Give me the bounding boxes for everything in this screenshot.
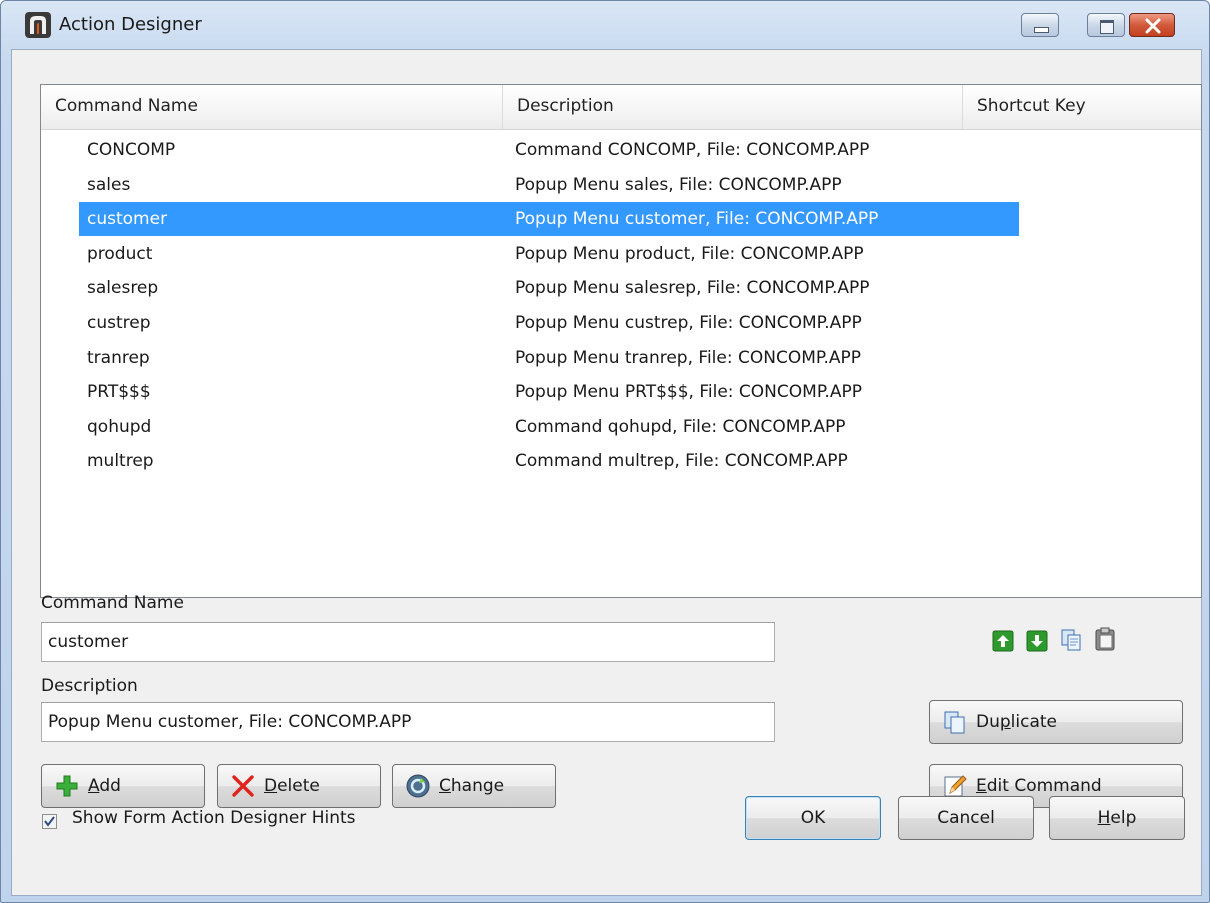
column-header-command-name[interactable]: Command Name xyxy=(41,85,503,129)
help-button-label: Help xyxy=(1097,808,1137,828)
row-command-name: multrep xyxy=(87,451,154,472)
row-command-name: qohupd xyxy=(87,416,152,437)
row-command-name: salesrep xyxy=(87,278,159,299)
cancel-button[interactable]: Cancel xyxy=(898,796,1034,840)
table-row[interactable]: tranrep Popup Menu tranrep, File: CONCOMP… xyxy=(79,341,1019,375)
row-description: Popup Menu customer, File: CONCOMP.APP xyxy=(515,209,879,230)
command-name-label: Command Name xyxy=(41,593,184,613)
edit-command-button-label: Edit Command xyxy=(976,776,1102,796)
row-description: Popup Menu product, File: CONCOMP.APP xyxy=(515,243,864,264)
command-name-field[interactable] xyxy=(41,622,775,662)
cancel-button-label: Cancel xyxy=(937,808,995,828)
hints-checkbox-label[interactable]: Show Form Action Designer Hints xyxy=(72,808,356,828)
row-description: Popup Menu tranrep, File: CONCOMP.APP xyxy=(515,347,862,368)
row-command-name: sales xyxy=(87,174,131,195)
close-icon xyxy=(1145,18,1161,34)
table-row[interactable]: qohupd Command qohupd, File: CONCOMP.APP xyxy=(79,410,1019,444)
minimize-icon xyxy=(1034,27,1049,33)
x-icon xyxy=(232,775,254,797)
copy-icon xyxy=(944,711,965,734)
row-description: Popup Menu PRT$$$, File: CONCOMP.APP xyxy=(515,382,862,403)
checkmark-icon xyxy=(44,816,55,827)
table-row[interactable]: customer Popup Menu customer, File: CONCO… xyxy=(79,202,1019,237)
row-command-name: custrep xyxy=(87,313,151,333)
row-command-name: PRT$$$ xyxy=(87,382,151,403)
action-designer-window: Action Designer Command Name Description… xyxy=(0,0,1210,903)
column-header-shortcut-key[interactable]: Shortcut Key xyxy=(963,85,1201,129)
copy-icon[interactable] xyxy=(1060,628,1082,651)
row-description: Command multrep, File: CONCOMP.APP xyxy=(515,451,848,472)
column-header-description[interactable]: Description xyxy=(503,85,963,129)
table-row[interactable]: sales Popup Menu sales, File: CONCOMP.APP xyxy=(79,168,1019,202)
row-description: Popup Menu salesrep, File: CONCOMP.APP xyxy=(515,278,870,299)
row-description: Popup Menu custrep, File: CONCOMP.APP xyxy=(515,313,862,333)
row-description: Command CONCOMP, File: CONCOMP.APP xyxy=(515,140,870,160)
table-row[interactable]: CONCOMP Command CONCOMP, File: CONCOMP.AP… xyxy=(79,133,1019,167)
duplicate-button-label: Duplicate xyxy=(976,712,1058,732)
plus-icon xyxy=(56,775,78,797)
paste-icon[interactable] xyxy=(1094,626,1116,651)
change-button-label: Change xyxy=(439,776,505,796)
refresh-icon xyxy=(406,774,430,798)
ok-button-label: OK xyxy=(800,808,826,828)
command-list[interactable]: Command Name Description Shortcut Key CO… xyxy=(40,84,1202,598)
dialog-client-area: Command Name Description Shortcut Key CO… xyxy=(11,49,1202,896)
description-label: Description xyxy=(41,676,138,696)
maximize-icon xyxy=(1100,20,1114,34)
row-command-name: CONCOMP xyxy=(87,140,176,160)
maximize-button[interactable] xyxy=(1087,13,1125,37)
table-row[interactable]: multrep Command multrep, File: CONCOMP.AP… xyxy=(79,444,1019,478)
row-command-name: product xyxy=(87,243,153,264)
window-title: Action Designer xyxy=(59,14,202,35)
add-button[interactable]: Add xyxy=(41,764,205,808)
help-button[interactable]: Help xyxy=(1049,796,1185,840)
delete-button-label: Delete xyxy=(264,776,320,796)
row-description: Command qohupd, File: CONCOMP.APP xyxy=(515,416,846,437)
change-button[interactable]: Change xyxy=(392,764,556,808)
list-header: Command Name Description Shortcut Key xyxy=(41,85,1201,130)
table-row[interactable]: salesrep Popup Menu salesrep, File: CONCO… xyxy=(79,271,1019,305)
arrow-down-icon[interactable] xyxy=(1026,630,1048,652)
add-button-label: Add xyxy=(88,776,121,796)
row-command-name: customer xyxy=(87,209,168,230)
table-row[interactable]: custrep Popup Menu custrep, File: CONCOMP… xyxy=(79,306,1019,340)
delete-button[interactable]: Delete xyxy=(217,764,381,808)
description-field[interactable] xyxy=(41,702,775,742)
table-row[interactable]: PRT$$$ Popup Menu PRT$$$, File: CONCOMP.A… xyxy=(79,375,1019,409)
app-logo-icon xyxy=(25,12,51,38)
duplicate-button[interactable]: Duplicate xyxy=(929,700,1183,744)
minimize-button[interactable] xyxy=(1021,13,1059,37)
hints-checkbox[interactable] xyxy=(42,814,57,829)
table-row[interactable]: product Popup Menu product, File: CONCOMP… xyxy=(79,237,1019,271)
row-description: Popup Menu sales, File: CONCOMP.APP xyxy=(515,174,842,195)
arrow-up-icon[interactable] xyxy=(992,630,1014,652)
row-command-name: tranrep xyxy=(87,347,150,368)
close-button[interactable] xyxy=(1129,13,1175,37)
title-bar[interactable]: Action Designer xyxy=(1,1,1209,49)
ok-button[interactable]: OK xyxy=(745,796,881,840)
